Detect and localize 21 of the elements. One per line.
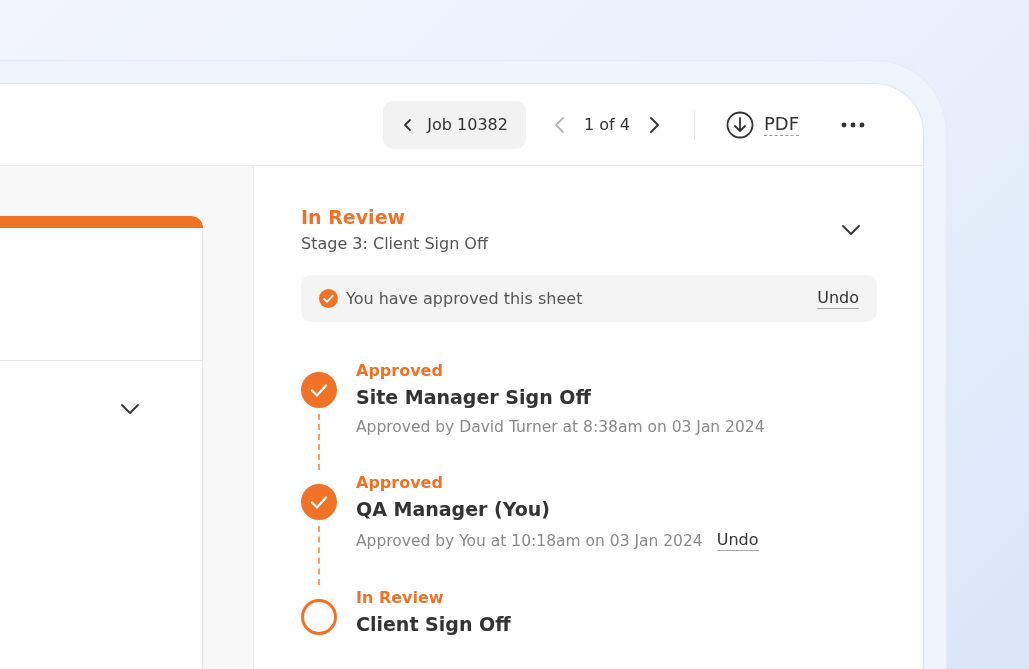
step-status: Approved xyxy=(356,360,444,382)
page-counter: 1 of 4 xyxy=(583,115,630,134)
step-title: Client Sign Off xyxy=(356,612,511,637)
chevron-down-icon[interactable] xyxy=(120,403,140,415)
stage-label: Stage 3: Client Sign Off xyxy=(301,234,488,253)
step-detail: Approved by You at 10:18am on 03 Jan 2024 xyxy=(356,531,703,550)
banner-text: You have approved this sheet xyxy=(346,289,584,308)
review-status: In Review xyxy=(301,206,407,228)
step-status: In Review xyxy=(356,587,445,609)
pdf-link[interactable]: PDF xyxy=(763,113,799,136)
undo-link[interactable]: Undo xyxy=(716,530,759,551)
back-button[interactable]: Job 10382 xyxy=(383,100,526,149)
more-icon[interactable] xyxy=(841,121,865,128)
check-circle-icon xyxy=(319,289,338,308)
download-icon[interactable] xyxy=(725,110,754,139)
step-detail: Approved by David Turner at 8:38am on 03 Jan 2024 xyxy=(356,418,765,436)
undo-link[interactable]: Undo xyxy=(817,288,859,309)
chevron-down-icon[interactable] xyxy=(841,223,861,236)
step-status: Approved xyxy=(356,472,444,494)
step-title: QA Manager (You) xyxy=(356,497,551,522)
step-title: Site Manager Sign Off xyxy=(356,385,592,410)
